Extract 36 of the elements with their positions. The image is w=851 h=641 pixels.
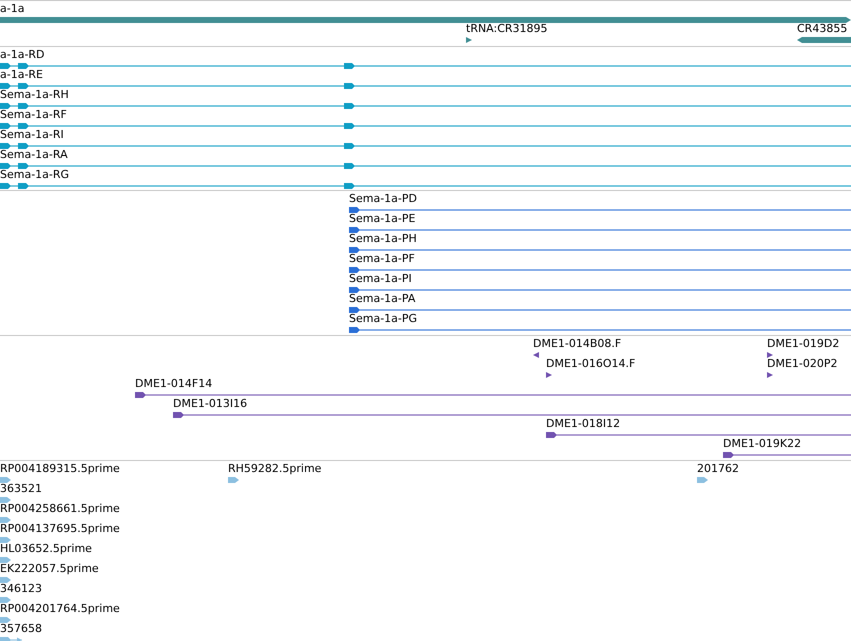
feature-label: Sema-1a-PE — [349, 212, 416, 226]
feature-label: Sema-1a-PD — [349, 192, 417, 206]
feature-label: Sema-1a-PH — [349, 232, 417, 246]
feature-label: a-1a — [0, 2, 24, 16]
feature-label: Sema-1a-PA — [349, 292, 416, 306]
feature-label: DME1-019K22 — [723, 437, 802, 451]
feature-label: RP004201764.5prime — [0, 602, 120, 616]
feature-label: RH59282.5prime — [228, 462, 322, 476]
feature-label: Sema-1a-RA — [0, 148, 68, 162]
feature-label: Sema-1a-RH — [0, 88, 69, 102]
feature-label: DME1-018I12 — [546, 417, 620, 431]
feature-label: Sema-1a-PF — [349, 252, 415, 266]
feature-label: DME1-014B08.F — [533, 337, 622, 351]
feature-label: 363521 — [0, 482, 42, 496]
feature-label: DME1-020P2 — [767, 357, 838, 371]
feature-label: 357658 — [0, 622, 42, 636]
feature-label: EK222057.5prime — [0, 562, 99, 576]
feature-label: RP004258661.5prime — [0, 502, 120, 516]
feature-label: DME1-014F14 — [135, 377, 212, 391]
feature-label: 346123 — [0, 582, 42, 596]
feature-label: 201762 — [697, 462, 739, 476]
feature-label: RP004189315.5prime — [0, 462, 120, 476]
feature-label: a-1a-RD — [0, 48, 45, 62]
feature-label: RP004137695.5prime — [0, 522, 120, 536]
feature-label: Sema-1a-PG — [349, 312, 418, 326]
feature-label: Sema-1a-RG — [0, 168, 70, 182]
feature-label: Sema-1a-RI — [0, 128, 64, 142]
feature-label: Sema-1a-RF — [0, 108, 67, 122]
feature-label: CR43855 — [797, 22, 848, 36]
feature-label: DME1-013I16 — [173, 397, 248, 411]
feature-label: DME1-016O14.F — [546, 357, 636, 371]
feature-label: Sema-1a-PI — [349, 272, 412, 286]
feature-label: HL03652.5prime — [0, 542, 92, 556]
feature-label: DME1-019D2 — [767, 337, 840, 351]
feature-label: a-1a-RE — [0, 68, 44, 82]
feature-label: tRNA:CR31895 — [466, 22, 548, 36]
